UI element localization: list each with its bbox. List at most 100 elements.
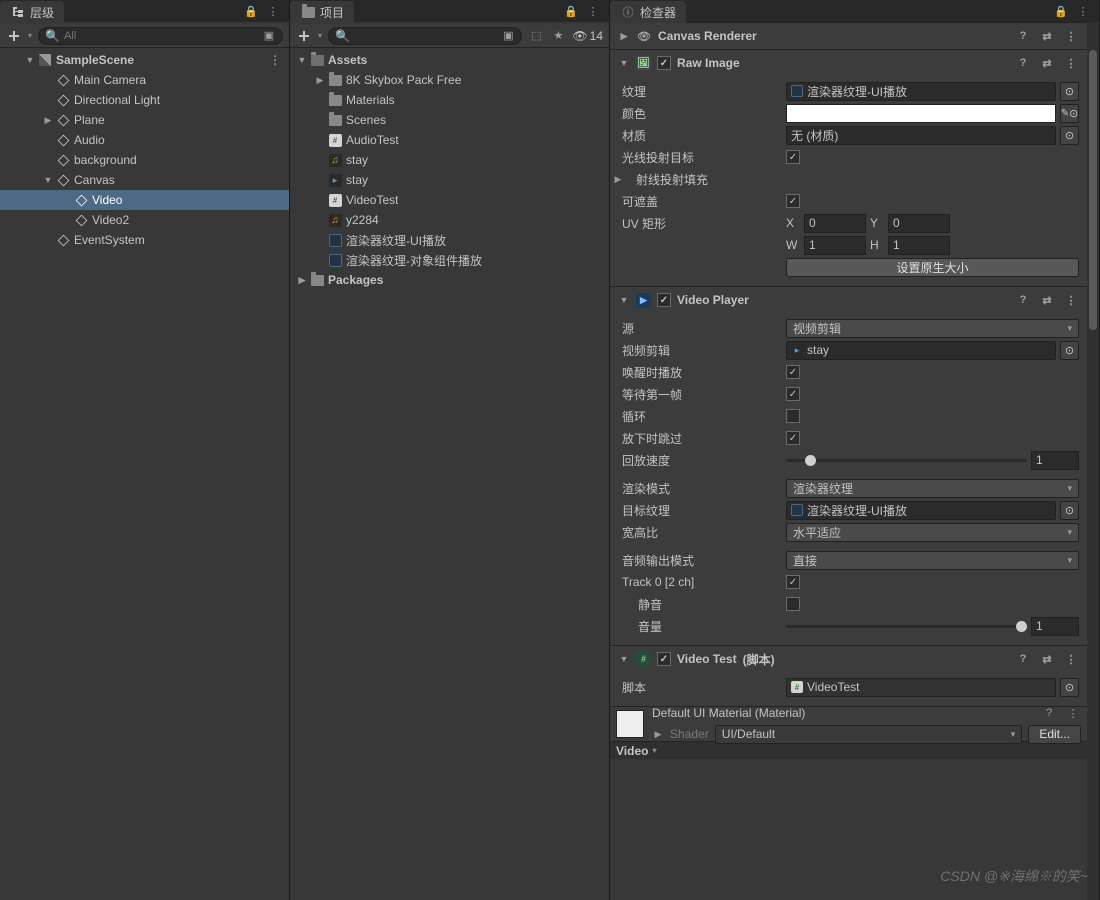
tree-item[interactable]: ▼Canvas [0, 170, 289, 190]
visibility-icon[interactable]: 👁 [636, 28, 652, 44]
help-icon[interactable]: ? [1041, 705, 1057, 721]
tree-item[interactable]: ▶渲染器纹理-对象组件播放 [290, 250, 609, 270]
help-icon[interactable]: ? [1015, 28, 1031, 44]
kebab-menu-icon[interactable]: ⋮ [1063, 292, 1079, 308]
kebab-menu-icon[interactable]: ⋮ [1063, 651, 1079, 667]
maskable-checkbox[interactable] [786, 194, 800, 208]
foldout-icon[interactable]: ▶ [42, 115, 54, 126]
tree-item[interactable]: ▶EventSystem [0, 230, 289, 250]
color-field[interactable] [786, 104, 1056, 123]
kebab-menu-icon[interactable]: ⋮ [1075, 3, 1091, 19]
eyedropper-icon[interactable]: ✎ [1060, 104, 1079, 123]
scrollbar[interactable] [1087, 22, 1099, 900]
foldout-icon[interactable]: ▶ [612, 174, 624, 185]
scene-kebab-icon[interactable]: ⋮ [269, 53, 289, 67]
foldout-icon[interactable]: ▼ [24, 55, 36, 65]
enable-checkbox[interactable] [657, 293, 671, 307]
tree-item[interactable]: ▶Scenes [290, 110, 609, 130]
skip-on-drop-checkbox[interactable] [786, 431, 800, 445]
dropdown-icon[interactable]: ▾ [652, 746, 656, 755]
component-header[interactable]: ▼ Raw Image ? ⇄ ⋮ [610, 50, 1087, 76]
search-field[interactable] [64, 30, 258, 42]
foldout-icon[interactable]: ▶ [296, 275, 308, 286]
object-picker-icon[interactable] [1060, 678, 1079, 697]
add-button[interactable] [296, 28, 312, 44]
search-field[interactable] [354, 30, 497, 42]
object-picker-icon[interactable] [1060, 82, 1079, 101]
kebab-menu-icon[interactable]: ⋮ [585, 3, 601, 19]
tree-item[interactable]: ▶渲染器纹理-UI播放 [290, 230, 609, 250]
search-input[interactable]: 🔍 ▣ [38, 27, 283, 45]
foldout-icon[interactable]: ▼ [618, 58, 630, 68]
tree-item[interactable]: ▶Audio [0, 130, 289, 150]
scene-row[interactable]: ▼ SampleScene ⋮ [0, 50, 289, 70]
source-dropdown[interactable]: 视频剪辑 [786, 319, 1079, 338]
help-icon[interactable]: ? [1015, 651, 1031, 667]
shader-dropdown[interactable]: UI/Default [715, 725, 1023, 744]
audio-output-dropdown[interactable]: 直接 [786, 551, 1079, 570]
hierarchy-tab[interactable]: 层级 [0, 1, 64, 23]
packages-row[interactable]: ▶Packages [290, 270, 609, 290]
tree-item[interactable]: ▶stay [290, 150, 609, 170]
add-dropdown-icon[interactable]: ▾ [318, 31, 322, 40]
filter-favorite-icon[interactable]: ★ [550, 28, 566, 44]
component-header[interactable]: ▼ Video Test (脚本) ? ⇄ ⋮ [610, 646, 1087, 672]
project-tab[interactable]: 项目 [290, 1, 354, 23]
kebab-menu-icon[interactable]: ⋮ [265, 3, 281, 19]
preset-icon[interactable]: ⇄ [1039, 55, 1055, 71]
tree-item[interactable]: ▶AudioTest [290, 130, 609, 150]
kebab-menu-icon[interactable]: ⋮ [1063, 28, 1079, 44]
tree-item[interactable]: ▶y2284 [290, 210, 609, 230]
search-filter-icon[interactable]: ▣ [501, 29, 515, 43]
kebab-menu-icon[interactable]: ⋮ [1065, 705, 1081, 721]
foldout-icon[interactable]: ▼ [296, 55, 308, 65]
playback-speed-slider[interactable] [786, 451, 1027, 470]
component-header[interactable]: ▶ 👁 Canvas Renderer ? ⇄ ⋮ [610, 23, 1087, 49]
edit-button[interactable]: Edit... [1028, 725, 1081, 744]
volume-field[interactable] [1031, 617, 1079, 636]
set-native-size-button[interactable]: 设置原生大小 [786, 258, 1079, 277]
texture-field[interactable]: 渲染器纹理-UI播放 [786, 82, 1056, 101]
hidden-count[interactable]: 👁 14 [572, 29, 603, 43]
add-dropdown-icon[interactable]: ▾ [28, 31, 32, 40]
aspect-ratio-dropdown[interactable]: 水平适应 [786, 523, 1079, 542]
tree-item[interactable]: ▶Video2 [0, 210, 289, 230]
help-icon[interactable]: ? [1015, 292, 1031, 308]
component-header[interactable]: ▼ Video Player ? ⇄ ⋮ [610, 287, 1087, 313]
play-on-awake-checkbox[interactable] [786, 365, 800, 379]
tree-item-selected[interactable]: ▶Video [0, 190, 289, 210]
volume-slider[interactable] [786, 617, 1027, 636]
tree-item[interactable]: ▶background [0, 150, 289, 170]
object-picker-icon[interactable] [1060, 341, 1079, 360]
foldout-icon[interactable]: ▼ [42, 175, 54, 185]
object-picker-icon[interactable] [1060, 501, 1079, 520]
tree-item[interactable]: ▶Plane [0, 110, 289, 130]
video-clip-field[interactable]: stay [786, 341, 1056, 360]
tree-item[interactable]: ▶VideoTest [290, 190, 609, 210]
target-texture-field[interactable]: 渲染器纹理-UI播放 [786, 501, 1056, 520]
playback-speed-field[interactable] [1031, 451, 1079, 470]
foldout-icon[interactable]: ▶ [652, 729, 664, 740]
preset-icon[interactable]: ⇄ [1039, 651, 1055, 667]
foldout-icon[interactable]: ▼ [618, 295, 630, 305]
material-field[interactable]: 无 (材质) [786, 126, 1056, 145]
enable-checkbox[interactable] [657, 56, 671, 70]
uv-h-field[interactable] [888, 236, 950, 255]
preset-icon[interactable]: ⇄ [1039, 28, 1055, 44]
preset-icon[interactable]: ⇄ [1039, 292, 1055, 308]
assets-row[interactable]: ▼Assets [290, 50, 609, 70]
render-mode-dropdown[interactable]: 渲染器纹理 [786, 479, 1079, 498]
tree-item[interactable]: ▶stay [290, 170, 609, 190]
lock-icon[interactable]: 🔒 [1053, 3, 1069, 19]
uv-x-field[interactable] [804, 214, 866, 233]
lock-icon[interactable]: 🔒 [563, 3, 579, 19]
wait-first-frame-checkbox[interactable] [786, 387, 800, 401]
lock-icon[interactable]: 🔒 [243, 3, 259, 19]
filter-type-icon[interactable]: ⬚ [528, 28, 544, 44]
kebab-menu-icon[interactable]: ⋮ [1063, 55, 1079, 71]
foldout-icon[interactable]: ▶ [618, 31, 630, 42]
uv-y-field[interactable] [888, 214, 950, 233]
tree-item[interactable]: ▶Main Camera [0, 70, 289, 90]
uv-w-field[interactable] [804, 236, 866, 255]
add-button[interactable] [6, 28, 22, 44]
